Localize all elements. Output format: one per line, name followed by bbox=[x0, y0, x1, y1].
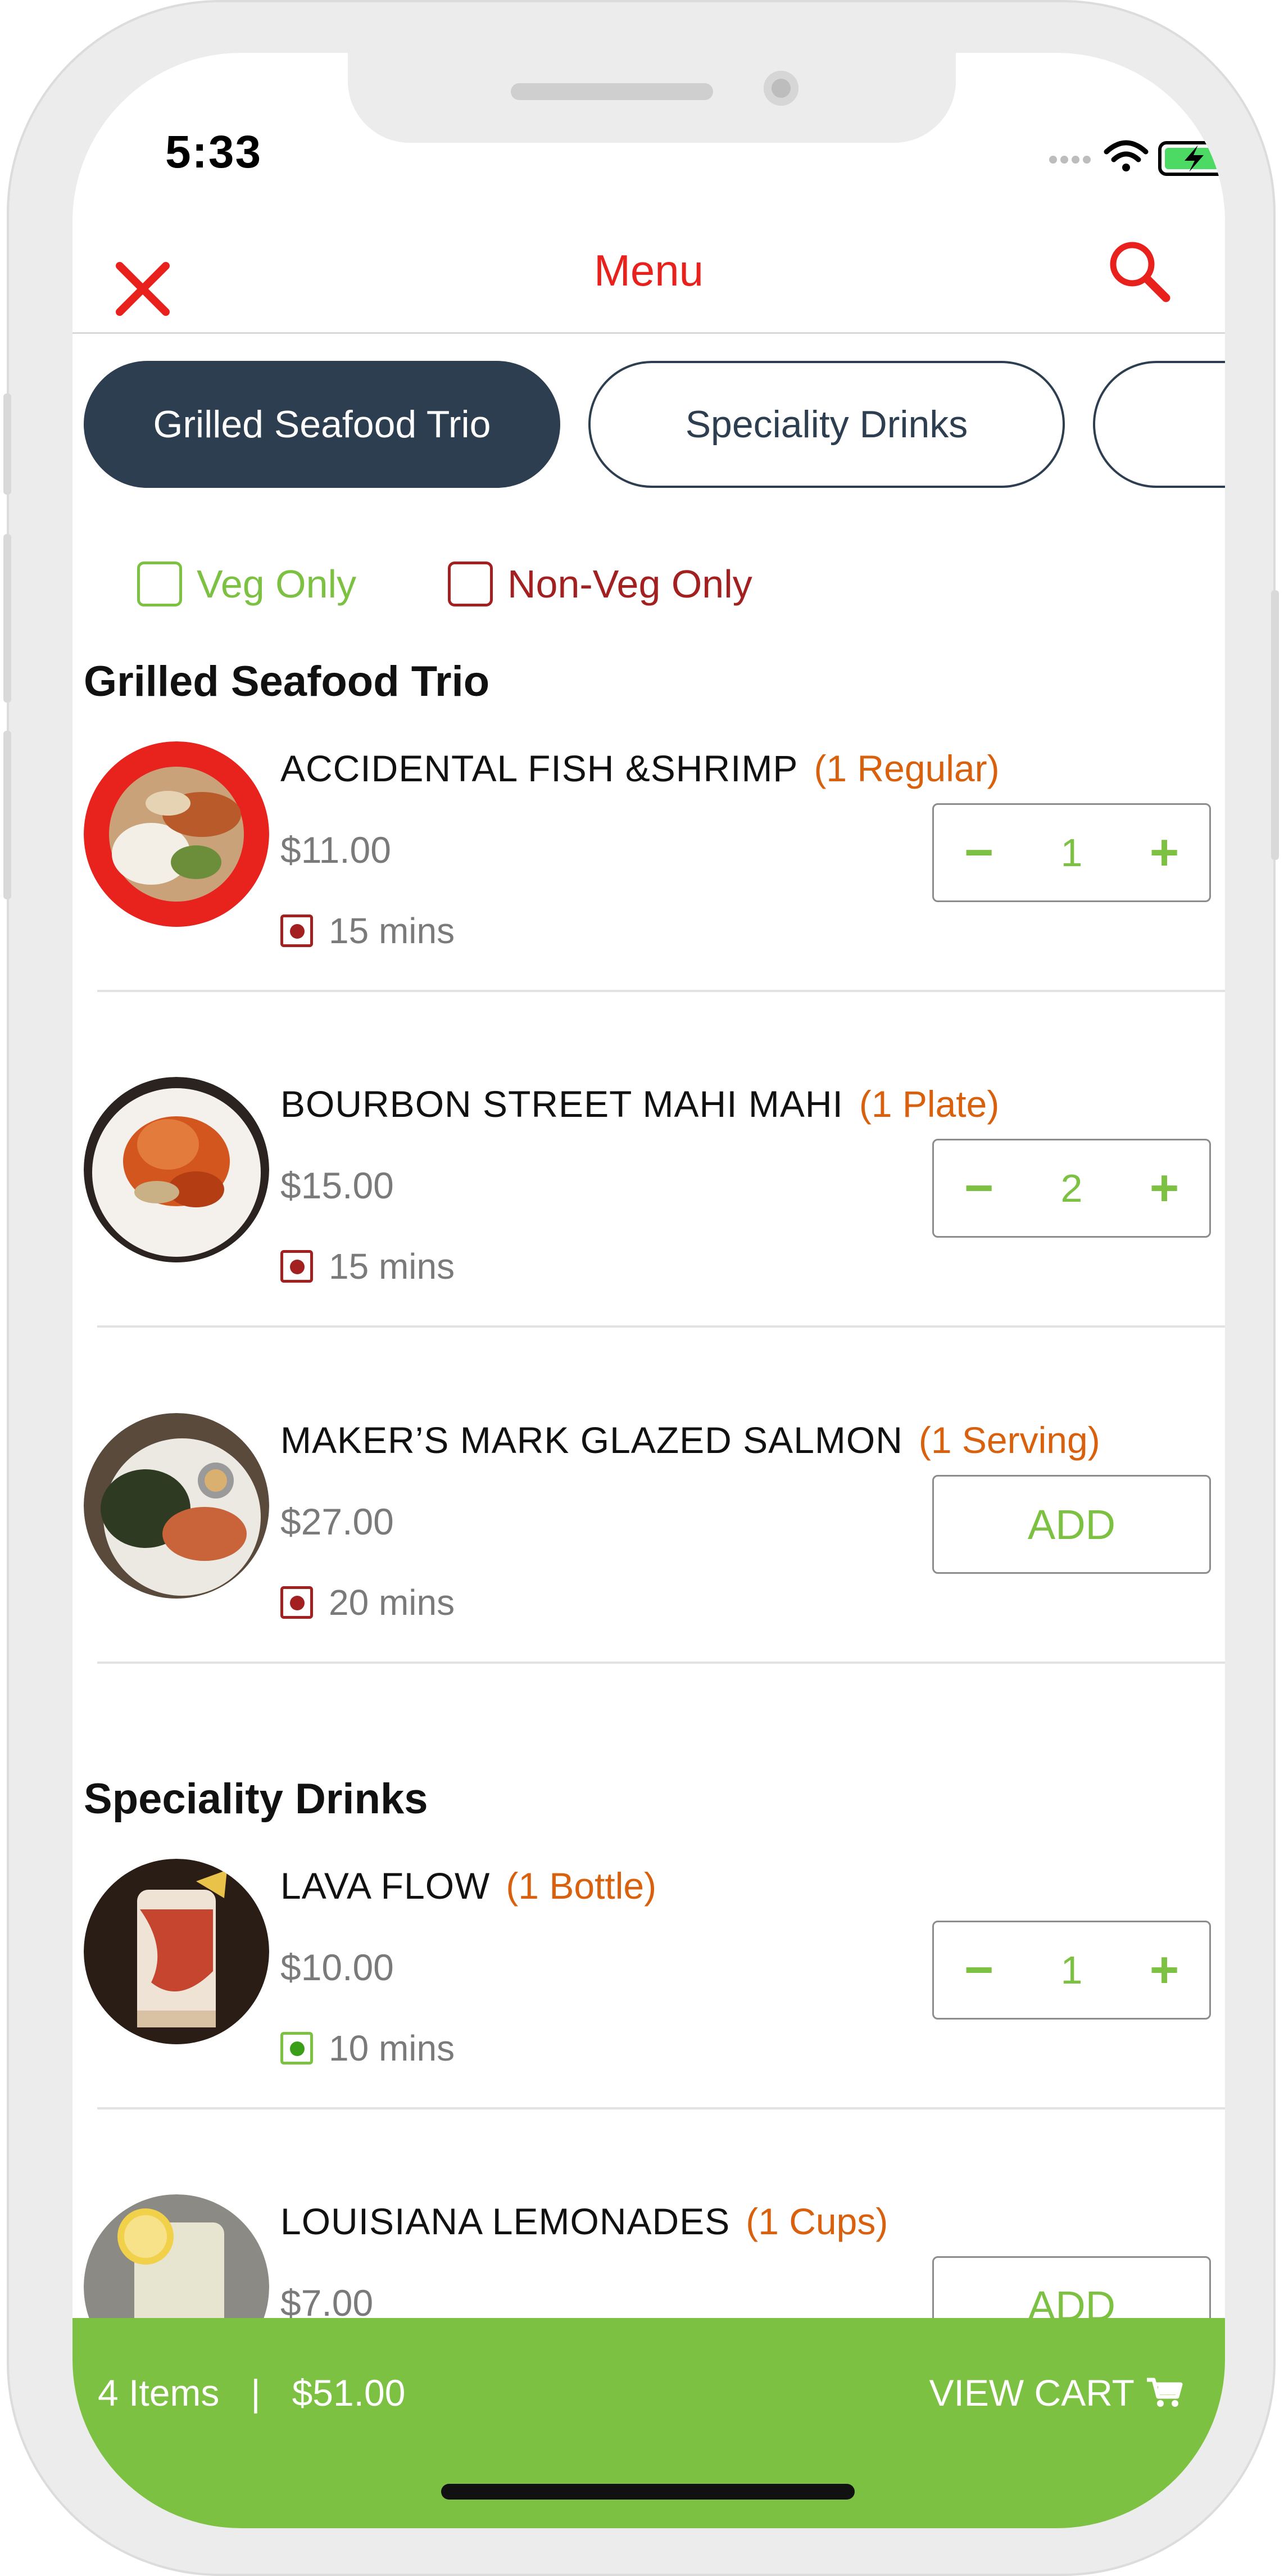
food-image bbox=[84, 1413, 269, 1599]
quantity-value: 1 bbox=[1060, 1948, 1083, 1992]
page-title: Menu bbox=[593, 246, 704, 295]
veg-only-filter[interactable]: Veg Only bbox=[137, 562, 356, 606]
increase-button[interactable]: + bbox=[1119, 805, 1209, 900]
speaker bbox=[511, 83, 713, 100]
app-header: Menu bbox=[72, 221, 1225, 334]
quantity-value: 2 bbox=[1060, 1166, 1083, 1210]
item-portion: (1 Cups) bbox=[746, 2201, 888, 2242]
decrease-button[interactable]: − bbox=[934, 1140, 1024, 1236]
tab-next-category[interactable] bbox=[1093, 361, 1225, 488]
cart-item-count: 4 Items bbox=[98, 2372, 220, 2414]
menu-item: BOURBON STREET MAHI MAHI (1 Plate) $15.00… bbox=[72, 1077, 1225, 1414]
quantity-value: 1 bbox=[1060, 831, 1083, 875]
cart-separator: | bbox=[251, 2372, 261, 2414]
tab-speciality-drinks[interactable]: Speciality Drinks bbox=[588, 361, 1065, 488]
item-name: LOUISIANA LEMONADES bbox=[280, 2201, 731, 2242]
decrease-button[interactable]: − bbox=[934, 1922, 1024, 2018]
status-time: 5:33 bbox=[165, 126, 262, 178]
view-cart-label: VIEW CART bbox=[929, 2372, 1135, 2414]
front-camera bbox=[764, 71, 798, 106]
divider bbox=[97, 2107, 1225, 2109]
quantity-stepper: − 1 + bbox=[932, 1921, 1211, 2020]
item-portion: (1 Bottle) bbox=[506, 1865, 657, 1907]
category-tabs: Grilled Seafood Trio Speciality Drinks bbox=[72, 361, 1225, 488]
item-portion: (1 Regular) bbox=[814, 748, 1000, 789]
phone-frame: 5:33 Menu Grilled Seafood Trio Specialit… bbox=[3, 0, 1279, 2576]
item-price: $10.00 bbox=[280, 1946, 394, 1988]
home-indicator[interactable] bbox=[441, 2484, 855, 2500]
item-name: MAKER’S MARK GLAZED SALMON bbox=[280, 1419, 903, 1461]
menu-item: ACCIDENTAL FISH &SHRIMP (1 Regular) $11.0… bbox=[72, 741, 1225, 1079]
search-icon[interactable] bbox=[1105, 238, 1173, 306]
veg-only-checkbox[interactable] bbox=[137, 562, 182, 606]
item-name: BOURBON STREET MAHI MAHI bbox=[280, 1083, 843, 1125]
increase-button[interactable]: + bbox=[1119, 1922, 1209, 2018]
menu-item: LAVA FLOW (1 Bottle) $10.00 10 mins − 1 + bbox=[72, 1859, 1225, 2196]
item-price: $15.00 bbox=[280, 1165, 394, 1206]
veg-indicator-icon bbox=[280, 2032, 313, 2065]
signal-icon bbox=[1049, 156, 1091, 164]
cart-icon bbox=[1147, 2378, 1183, 2407]
cart-total: $51.00 bbox=[292, 2372, 406, 2414]
food-image bbox=[84, 1077, 269, 1262]
divider bbox=[97, 1662, 1225, 1664]
quantity-stepper: − 1 + bbox=[932, 803, 1211, 902]
add-button[interactable]: ADD bbox=[932, 1475, 1211, 1574]
view-cart-button[interactable]: VIEW CART bbox=[929, 2371, 1183, 2414]
item-portion: (1 Serving) bbox=[918, 1419, 1100, 1461]
menu-item: MAKER’S MARK GLAZED SALMON (1 Serving) $2… bbox=[72, 1413, 1225, 1750]
side-button bbox=[3, 393, 11, 495]
item-name: LAVA FLOW bbox=[280, 1865, 491, 1907]
nonveg-only-filter[interactable]: Non-Veg Only bbox=[448, 562, 752, 606]
veg-only-label: Veg Only bbox=[197, 562, 357, 606]
wifi-icon bbox=[1104, 140, 1149, 171]
decrease-button[interactable]: − bbox=[934, 805, 1024, 900]
section-title: Speciality Drinks bbox=[84, 1775, 428, 1823]
section-title: Grilled Seafood Trio bbox=[84, 658, 490, 705]
nonveg-only-label: Non-Veg Only bbox=[507, 562, 752, 606]
nonveg-indicator-icon bbox=[280, 914, 313, 947]
prep-time: 20 mins bbox=[329, 1582, 455, 1623]
nonveg-indicator-icon bbox=[280, 1250, 313, 1283]
status-icons bbox=[1049, 140, 1225, 176]
item-name: ACCIDENTAL FISH &SHRIMP bbox=[280, 748, 798, 789]
item-portion: (1 Plate) bbox=[859, 1083, 1000, 1125]
nonveg-only-checkbox[interactable] bbox=[448, 562, 493, 606]
side-button bbox=[3, 731, 11, 899]
item-price: $11.00 bbox=[280, 829, 391, 871]
tab-grilled-seafood-trio[interactable]: Grilled Seafood Trio bbox=[84, 361, 560, 488]
side-button bbox=[3, 534, 11, 703]
item-price: $27.00 bbox=[280, 1501, 394, 1542]
drink-image bbox=[84, 1859, 269, 2044]
app-screen: 5:33 Menu Grilled Seafood Trio Specialit… bbox=[72, 53, 1225, 2528]
battery-icon bbox=[1158, 141, 1225, 176]
notch bbox=[348, 53, 956, 143]
quantity-stepper: − 2 + bbox=[932, 1139, 1211, 1238]
nonveg-indicator-icon bbox=[280, 1586, 313, 1619]
prep-time: 15 mins bbox=[329, 1246, 455, 1287]
prep-time: 15 mins bbox=[329, 911, 455, 951]
prep-time: 10 mins bbox=[329, 2028, 455, 2068]
increase-button[interactable]: + bbox=[1119, 1140, 1209, 1236]
food-image bbox=[84, 741, 269, 927]
side-button bbox=[1271, 590, 1279, 860]
divider bbox=[97, 1325, 1225, 1328]
divider bbox=[97, 990, 1225, 992]
